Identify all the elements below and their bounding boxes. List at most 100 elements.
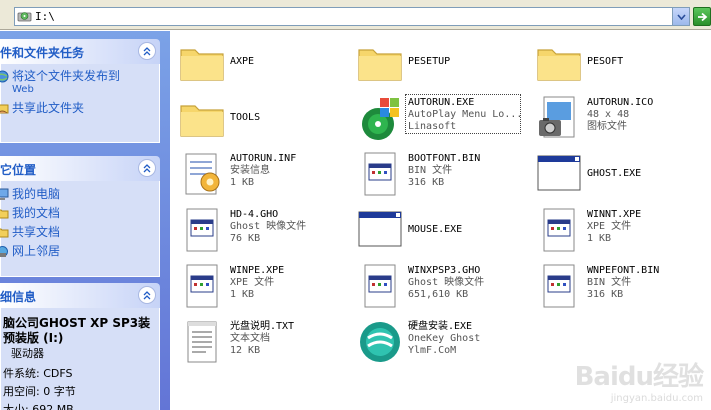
chevron-down-icon	[676, 13, 686, 20]
file-type: BIN 文件	[587, 277, 632, 288]
other-places-panel: 它位置 我的电脑 我的文档 共享文档 网上邻居	[0, 156, 160, 277]
file-tasks-header[interactable]: 件和文件夹任务	[0, 39, 160, 64]
collapse-icon[interactable]	[138, 159, 156, 177]
file-item-winpe-xpe[interactable]: WINPE.XPE XPE 文件 1 KB	[170, 260, 345, 312]
file-item-bootfont-bin[interactable]: BOOTFONT.BIN BIN 文件 316 KB	[348, 148, 523, 200]
setup-info-icon	[185, 153, 220, 195]
network-icon	[0, 246, 8, 257]
task-pane: 件和文件夹任务 将这个文件夹发布到 Web 共享此文件夹 它位置 我的电脑 我的…	[0, 31, 170, 410]
file-item-wnpefont-bin[interactable]: WNPEFONT.BIN BIN 文件 316 KB	[527, 260, 702, 312]
details-panel: 细信息 脑公司GHOST XP SP3装 预装版 (I:) 驱动器 件系统: C…	[0, 283, 160, 410]
file-item-disk-install-exe[interactable]: 硬盘安装.EXE OneKey Ghost YlmF.CoM	[348, 316, 523, 368]
file-description: OneKey Ghost	[408, 333, 481, 344]
file-item-ghost-exe[interactable]: GHOST.EXE	[527, 148, 702, 200]
file-item-tools[interactable]: TOOLS	[170, 92, 345, 144]
file-size: 316 KB	[408, 177, 445, 188]
drive-free-space: 用空间: 0 字节	[3, 385, 76, 398]
file-item-winnt-xpe[interactable]: WINNT.XPE XPE 文件 1 KB	[527, 204, 702, 256]
file-name: MOUSE.EXE	[408, 224, 463, 235]
file-name: AUTORUN.ICO	[587, 97, 654, 108]
file-type: XPE 文件	[230, 277, 275, 288]
file-name: HD-4.GHO	[230, 209, 279, 220]
address-path: I:\	[35, 10, 55, 23]
file-size: 651,610 KB	[408, 289, 469, 300]
file-item-mouse-exe[interactable]: MOUSE.EXE	[348, 204, 523, 256]
file-type: 文本文档	[230, 333, 270, 344]
file-tasks-title: 件和文件夹任务	[0, 46, 85, 60]
file-item-axpe[interactable]: AXPE	[170, 36, 345, 88]
go-button[interactable]	[693, 7, 711, 26]
onekey-ghost-icon	[360, 322, 400, 362]
place-network[interactable]: 网上邻居	[0, 244, 159, 263]
place-shared-documents-label: 共享文档	[12, 225, 61, 239]
drive-total-size: 大小: 692 MB	[3, 403, 74, 410]
other-places-header[interactable]: 它位置	[0, 156, 160, 181]
generic-file-icon	[543, 208, 575, 252]
file-company: Linasoft	[408, 121, 457, 132]
file-type: AutoPlay Menu Lo...	[408, 109, 523, 120]
file-name: BOOTFONT.BIN	[408, 153, 481, 164]
address-bar: I:\	[0, 0, 711, 30]
generic-file-icon	[543, 264, 575, 308]
generic-file-icon	[364, 264, 396, 308]
task-share-folder[interactable]: 共享此文件夹	[0, 101, 159, 120]
file-type: Ghost 映像文件	[408, 277, 485, 288]
file-dimensions: 48 x 48	[587, 109, 630, 120]
file-type: 安装信息	[230, 165, 270, 176]
place-network-label: 网上邻居	[12, 244, 61, 258]
place-my-computer[interactable]: 我的电脑	[0, 187, 159, 206]
details-header[interactable]: 细信息	[0, 283, 160, 308]
file-name: WINPE.XPE	[230, 265, 285, 276]
file-item-pesoft[interactable]: PESOFT	[527, 36, 702, 88]
file-name: AUTORUN.EXE	[408, 97, 475, 108]
file-size: 12 KB	[230, 345, 261, 356]
file-name: AXPE	[230, 56, 255, 67]
address-field[interactable]: I:\	[14, 7, 690, 26]
task-publish-web[interactable]: 将这个文件夹发布到 Web	[0, 69, 159, 97]
globe-icon	[0, 70, 9, 83]
file-name: WINXPSP3.GHO	[408, 265, 481, 276]
drive-title: 脑公司GHOST XP SP3装	[3, 316, 151, 330]
task-publish-web-label: 将这个文件夹发布到	[12, 69, 121, 83]
file-name: WNPEFONT.BIN	[587, 265, 660, 276]
file-item-winxpsp3-gho[interactable]: WINXPSP3.GHO Ghost 映像文件 651,610 KB	[348, 260, 523, 312]
place-my-documents-label: 我的文档	[12, 206, 61, 220]
file-item-readme-txt[interactable]: 光盘说明.TXT 文本文档 12 KB	[170, 316, 345, 368]
autoplay-app-icon	[362, 98, 399, 140]
file-size: 1 KB	[587, 233, 612, 244]
task-publish-web-sub: Web	[12, 84, 34, 95]
file-item-autorun-ico[interactable]: AUTORUN.ICO 48 x 48 图标文件	[527, 92, 702, 144]
file-name: 光盘说明.TXT	[230, 321, 295, 332]
task-share-folder-label: 共享此文件夹	[12, 101, 85, 115]
other-places-title: 它位置	[0, 163, 37, 177]
collapse-icon[interactable]	[138, 42, 156, 60]
file-item-autorun-exe[interactable]: AUTORUN.EXE AutoPlay Menu Lo... Linasoft	[348, 92, 523, 144]
drive-type: 驱动器	[11, 347, 44, 360]
cd-drive-icon	[17, 12, 32, 22]
file-name: 硬盘安装.EXE	[408, 321, 473, 332]
details-title: 细信息	[0, 290, 37, 304]
file-company: YlmF.CoM	[408, 345, 457, 356]
file-name: PESOFT	[587, 56, 624, 67]
folder-icon	[358, 49, 402, 81]
file-type: XPE 文件	[587, 221, 632, 232]
file-item-hd4-gho[interactable]: HD-4.GHO Ghost 映像文件 76 KB	[170, 204, 345, 256]
image-file-icon	[539, 96, 575, 138]
file-name: PESETUP	[408, 56, 451, 67]
details-body: 脑公司GHOST XP SP3装 预装版 (I:) 驱动器 件系统: CDFS …	[0, 308, 160, 410]
window-app-icon	[537, 155, 581, 191]
folder-icon	[180, 49, 224, 81]
generic-file-icon	[186, 208, 218, 252]
collapse-icon[interactable]	[138, 286, 156, 304]
file-item-pesetup[interactable]: PESETUP	[348, 36, 523, 88]
watermark-url: jingyan.baidu.com	[610, 393, 703, 404]
place-my-documents[interactable]: 我的文档	[0, 206, 159, 225]
address-dropdown-button[interactable]	[672, 8, 689, 25]
watermark: Baidu经验 jingyan.baidu.com	[575, 356, 704, 404]
place-shared-documents[interactable]: 共享文档	[0, 225, 159, 244]
file-item-autorun-inf[interactable]: AUTORUN.INF 安装信息 1 KB	[170, 148, 345, 200]
file-name: TOOLS	[230, 112, 261, 123]
file-size: 76 KB	[230, 233, 261, 244]
file-type: 图标文件	[587, 121, 627, 132]
file-size: 316 KB	[587, 289, 624, 300]
